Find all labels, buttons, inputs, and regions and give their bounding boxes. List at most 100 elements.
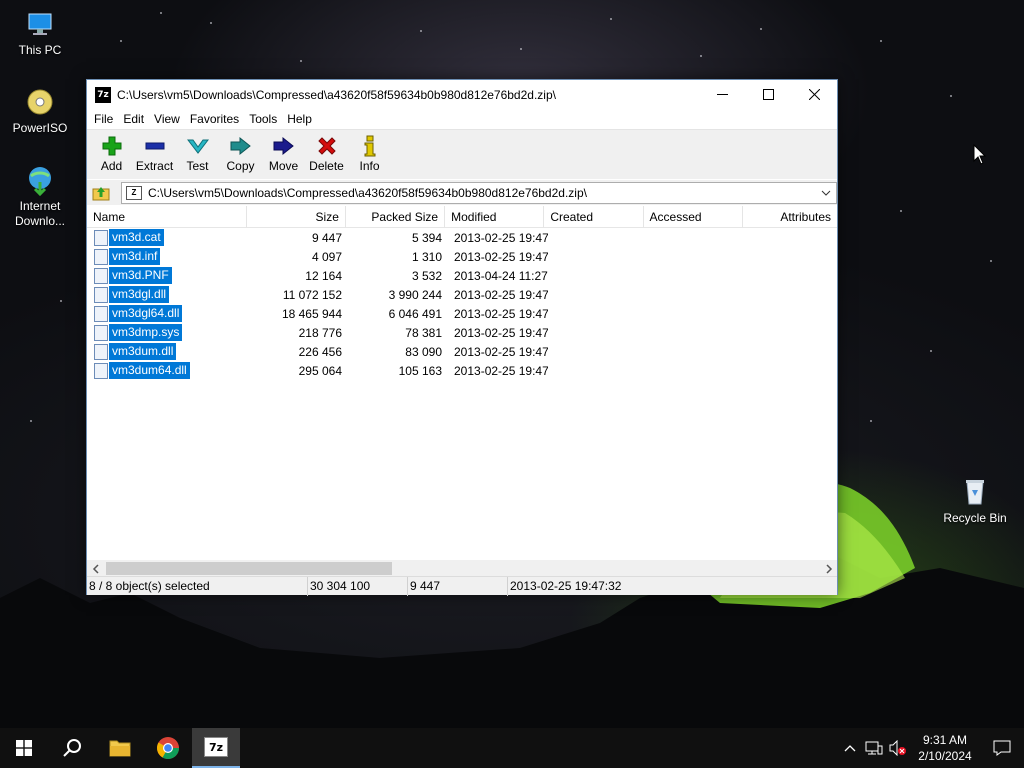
chevron-right-icon [825,563,832,574]
maximize-button[interactable] [745,80,791,109]
disc-icon [27,89,53,115]
scroll-left-button[interactable] [87,560,104,577]
column-header-packed-size[interactable]: Packed Size [346,206,446,228]
file-size: 18 465 944 [281,306,342,321]
column-header-size[interactable]: Size [247,206,346,228]
chrome-icon [157,737,179,759]
chevron-up-icon [844,745,856,752]
close-button[interactable] [791,80,837,109]
menu-view[interactable]: View [149,109,185,129]
desktop-icon-recycle-bin[interactable]: Recycle Bin [937,476,1013,526]
double-arrow-right-icon [230,136,251,156]
extract-button[interactable]: Extract [133,130,176,173]
move-label: Move [268,159,299,173]
scroll-track[interactable] [104,561,820,576]
scroll-thumb[interactable] [106,562,392,575]
move-button[interactable]: Move [262,130,305,173]
globe-download-icon [29,167,51,196]
search-icon [63,739,81,757]
status-selected: 8 / 8 object(s) selected [87,576,308,596]
volume-button[interactable] [886,728,910,768]
info-button[interactable]: Info [348,130,391,173]
title-bar[interactable]: 7z C:\Users\vm5\Downloads\Compressed\a43… [87,80,837,109]
x-icon [317,137,336,155]
table-row[interactable]: vm3dmp.sys 218 776 78 381 2013-02-25 19:… [87,323,837,342]
file-explorer-taskbar-button[interactable] [96,728,144,768]
minimize-button[interactable] [699,80,745,109]
info-icon [364,135,375,157]
status-modified: 2013-02-25 19:47:32 [510,578,622,593]
7zip-taskbar-button[interactable]: 7z [192,728,240,768]
action-center-button[interactable] [980,728,1024,768]
path-input[interactable]: Z C:\Users\vm5\Downloads\Compressed\a436… [121,181,837,204]
file-name: vm3dgl.dll [109,286,170,303]
search-button[interactable] [48,728,96,768]
desktop-icon-this-pc[interactable]: This PC [2,8,78,58]
file-name: vm3dgl64.dll [109,305,183,322]
status-bar: 8 / 8 object(s) selected 30 304 100 9 44… [87,576,837,596]
menu-favorites[interactable]: Favorites [185,109,244,129]
menu-file[interactable]: File [89,109,118,129]
toolbar: Add Extract Test Copy Move Delete Info [87,129,837,179]
test-button[interactable]: Test [176,130,219,173]
table-row[interactable]: vm3d.inf 4 097 1 310 2013-02-25 19:47 [87,247,837,266]
desktop-icon-internet-download-manager[interactable]: Internet Downlo... [2,164,78,229]
file-modified: 2013-04-24 11:27 [454,268,548,283]
chevron-down-icon[interactable] [820,186,832,200]
table-row[interactable]: vm3d.PNF 12 164 3 532 2013-04-24 11:27 [87,266,837,285]
clock-date: 2/10/2024 [918,749,972,763]
checkmark-icon [186,139,209,154]
add-button[interactable]: Add [90,130,133,173]
window-title: C:\Users\vm5\Downloads\Compressed\a43620… [117,87,556,102]
table-row[interactable]: vm3dgl.dll 11 072 152 3 990 244 2013-02-… [87,285,837,304]
taskbar: 7z 9:31 AM 2/10/2024 [0,728,1024,768]
delete-button[interactable]: Delete [305,130,348,173]
computer-icon [28,13,52,35]
menu-help[interactable]: Help [282,109,317,129]
menu-tools[interactable]: Tools [244,109,282,129]
desktop-icon-poweriso[interactable]: PowerISO [2,86,78,136]
up-folder-button[interactable] [90,182,112,204]
file-icon [94,286,108,303]
add-label: Add [100,159,123,173]
file-packed-size: 3 990 244 [388,287,442,302]
file-icon [94,324,108,341]
column-header-accessed[interactable]: Accessed [644,206,743,228]
file-icon [94,305,108,322]
file-modified: 2013-02-25 19:47 [454,287,548,302]
chevron-left-icon [92,563,99,574]
system-tray: 9:31 AM 2/10/2024 [838,728,1024,768]
table-row[interactable]: vm3dgl64.dll 18 465 944 6 046 491 2013-0… [87,304,837,323]
scroll-right-button[interactable] [820,560,837,577]
menu-edit[interactable]: Edit [118,109,149,129]
table-row[interactable]: vm3dum.dll 226 456 83 090 2013-02-25 19:… [87,342,837,361]
7zip-window: 7z C:\Users\vm5\Downloads\Compressed\a43… [86,79,838,596]
network-button[interactable] [862,728,886,768]
table-row[interactable]: vm3d.cat 9 447 5 394 2013-02-25 19:47 [87,228,837,247]
horizontal-scrollbar[interactable] [87,560,837,577]
chrome-taskbar-button[interactable] [144,728,192,768]
file-name: vm3dum64.dll [109,362,190,379]
file-modified: 2013-02-25 19:47 [454,249,548,264]
column-header-created[interactable]: Created [544,206,644,228]
column-header-modified[interactable]: Modified [445,206,545,228]
file-packed-size: 83 090 [405,344,442,359]
file-packed-size: 3 532 [411,268,442,283]
show-hidden-icons-button[interactable] [838,728,862,768]
file-size: 295 064 [298,363,342,378]
7zip-icon: 7z [204,737,228,757]
maximize-icon [762,89,774,100]
clock[interactable]: 9:31 AM 2/10/2024 [910,732,980,764]
file-size: 218 776 [298,325,342,340]
file-name: vm3dum.dll [109,343,177,360]
column-header-name[interactable]: Name [87,206,247,228]
network-icon [865,741,883,755]
file-name: vm3dmp.sys [109,324,183,341]
table-row[interactable]: vm3dum64.dll 295 064 105 163 2013-02-25 … [87,361,837,380]
close-icon [808,89,820,100]
start-button[interactable] [0,728,48,768]
file-icon [94,248,108,265]
copy-button[interactable]: Copy [219,130,262,173]
column-header-attributes[interactable]: Attributes [743,206,837,228]
mouse-cursor-icon [973,144,987,165]
